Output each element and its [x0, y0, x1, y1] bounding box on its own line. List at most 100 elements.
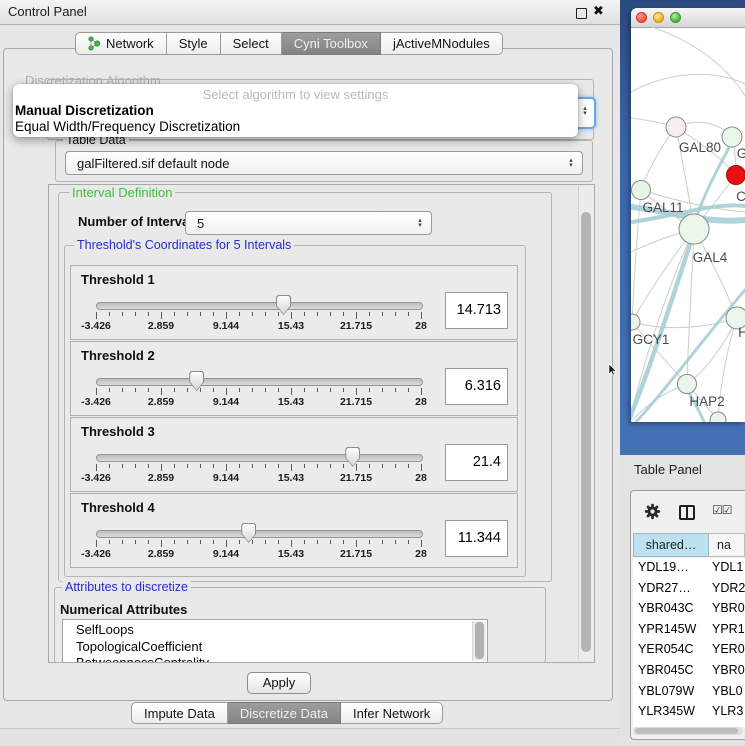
threshold-value-box[interactable]: 14.713: [445, 292, 508, 329]
split-columns-icon[interactable]: [679, 505, 695, 520]
tick-mark: [148, 540, 149, 544]
tick-mark: [304, 540, 305, 544]
slider-thumb[interactable]: [345, 447, 360, 467]
tick-mark: [330, 464, 331, 468]
tick-label: 9.144: [213, 396, 239, 408]
tick-label: 21.715: [340, 396, 372, 408]
horizontal-scrollbar-thumb[interactable]: [635, 728, 738, 734]
close-panel-icon[interactable]: ✖: [593, 3, 604, 19]
tick-mark: [421, 540, 422, 547]
dropdown-option-equal-width[interactable]: Equal Width/Frequency Discretization: [15, 119, 240, 134]
threshold-label: Threshold 3: [81, 424, 155, 439]
threshold-value-box[interactable]: 21.4: [445, 444, 508, 481]
numerical-attributes-list[interactable]: SelfLoops TopologicalCoefficientBetweenne…: [62, 619, 488, 663]
threshold-value-box[interactable]: 11.344: [445, 520, 508, 557]
network-canvas[interactable]: GAL80GCGAL11GAL4GCY1HHAP2: [631, 27, 745, 422]
node[interactable]: [727, 166, 745, 185]
tick-mark: [343, 540, 344, 544]
slider-thumb[interactable]: [241, 523, 256, 543]
tab-impute-data[interactable]: Impute Data: [131, 702, 228, 724]
close-traffic-light-icon[interactable]: [636, 12, 647, 23]
table-row[interactable]: YDR27…YDR2: [633, 579, 745, 599]
tab-infer-network[interactable]: Infer Network: [341, 702, 443, 724]
tick-label: 28: [415, 396, 427, 408]
tab-cyni-toolbox[interactable]: Cyni Toolbox: [282, 32, 381, 55]
tab-label: Cyni Toolbox: [294, 36, 368, 51]
tab-style[interactable]: Style: [167, 32, 221, 55]
tick-mark: [122, 540, 123, 544]
tick-mark: [265, 464, 266, 468]
tick-mark: [395, 388, 396, 392]
slider-track[interactable]: [96, 302, 423, 310]
node[interactable]: [631, 314, 640, 330]
cell-shared-name: YBL079W: [638, 684, 694, 698]
table-row[interactable]: YBR045CYBR0: [633, 661, 745, 681]
threshold-value-box[interactable]: 6.316: [445, 368, 508, 405]
tick-mark: [408, 540, 409, 544]
list-item[interactable]: BetweennessCentrality: [76, 655, 209, 663]
tab-label: Impute Data: [144, 706, 215, 721]
list-scrollbar-thumb[interactable]: [475, 622, 484, 659]
tick-mark: [265, 312, 266, 316]
tick-mark: [395, 312, 396, 316]
tick-mark: [382, 388, 383, 392]
node[interactable]: [679, 214, 709, 244]
table-row[interactable]: YBL079WYBL0: [633, 682, 745, 702]
tick-mark: [187, 464, 188, 468]
tick-mark: [187, 388, 188, 392]
column-header-shared-name[interactable]: shared…: [633, 533, 709, 557]
table-row[interactable]: YER054CYER0: [633, 640, 745, 660]
slider-track[interactable]: [96, 454, 423, 462]
float-panel-icon[interactable]: [576, 8, 587, 19]
tick-mark: [421, 464, 422, 471]
table-row[interactable]: YBR043CYBR0: [633, 599, 745, 619]
table-row[interactable]: YPR145WYPR1: [633, 620, 745, 640]
horizontal-scrollbar[interactable]: [633, 727, 743, 735]
tick-mark: [304, 464, 305, 468]
slider-track[interactable]: [96, 530, 423, 538]
tick-mark: [382, 464, 383, 468]
vertical-scrollbar-thumb[interactable]: [581, 212, 591, 652]
table-data-value: galFiltered.sif default node: [66, 156, 565, 171]
node-label: GCY1: [633, 332, 670, 347]
column-header-name[interactable]: na: [709, 533, 745, 557]
node[interactable]: [666, 117, 686, 137]
apply-button[interactable]: Apply: [247, 672, 311, 694]
top-tab-bar: Network StyleSelect Cyni Toolbox jActiveMNo…: [75, 32, 503, 55]
tick-mark: [343, 312, 344, 316]
tick-mark: [356, 388, 357, 395]
list-item[interactable]: TopologicalCoefficient: [76, 639, 202, 654]
select-columns-icon[interactable]: ☑☑: [712, 503, 732, 517]
tick-mark: [161, 312, 162, 319]
tick-mark: [252, 388, 253, 392]
edge: [631, 74, 745, 92]
node[interactable]: [678, 375, 697, 394]
tab-select[interactable]: Select: [221, 32, 282, 55]
node-label: C: [736, 189, 745, 204]
zoom-traffic-light-icon[interactable]: [670, 12, 681, 23]
node[interactable]: [632, 181, 651, 200]
tick-mark: [122, 312, 123, 316]
list-item[interactable]: SelfLoops: [76, 622, 134, 637]
tick-mark: [200, 312, 201, 316]
table-row[interactable]: YLR345WYLR3: [633, 702, 745, 722]
tab-discretize-data[interactable]: Discretize Data: [228, 702, 341, 724]
tick-mark: [109, 464, 110, 468]
tab-label: Network: [106, 36, 154, 51]
tick-mark: [356, 540, 357, 547]
attributes-group-label: Attributes to discretize: [62, 580, 191, 594]
slider-thumb[interactable]: [189, 371, 204, 391]
table-data-combobox[interactable]: galFiltered.sif default node ▴▾: [65, 151, 583, 175]
tab-label: jActiveMNodules: [393, 36, 490, 51]
tick-mark: [369, 388, 370, 392]
node[interactable]: [722, 127, 742, 147]
slider-track[interactable]: [96, 378, 423, 386]
minimize-traffic-light-icon[interactable]: [653, 12, 664, 23]
tab-jactivemnodules[interactable]: jActiveMNodules: [381, 32, 503, 55]
table-row[interactable]: YDL19…YDL1: [633, 558, 745, 578]
tab-network[interactable]: Network: [75, 32, 167, 55]
settings-gear-icon[interactable]: [644, 503, 661, 520]
num-intervals-combobox[interactable]: 5 ▴▾: [185, 211, 432, 235]
list-scrollbar[interactable]: [472, 621, 486, 661]
dropdown-option-manual[interactable]: Manual Discretization: [15, 103, 154, 118]
